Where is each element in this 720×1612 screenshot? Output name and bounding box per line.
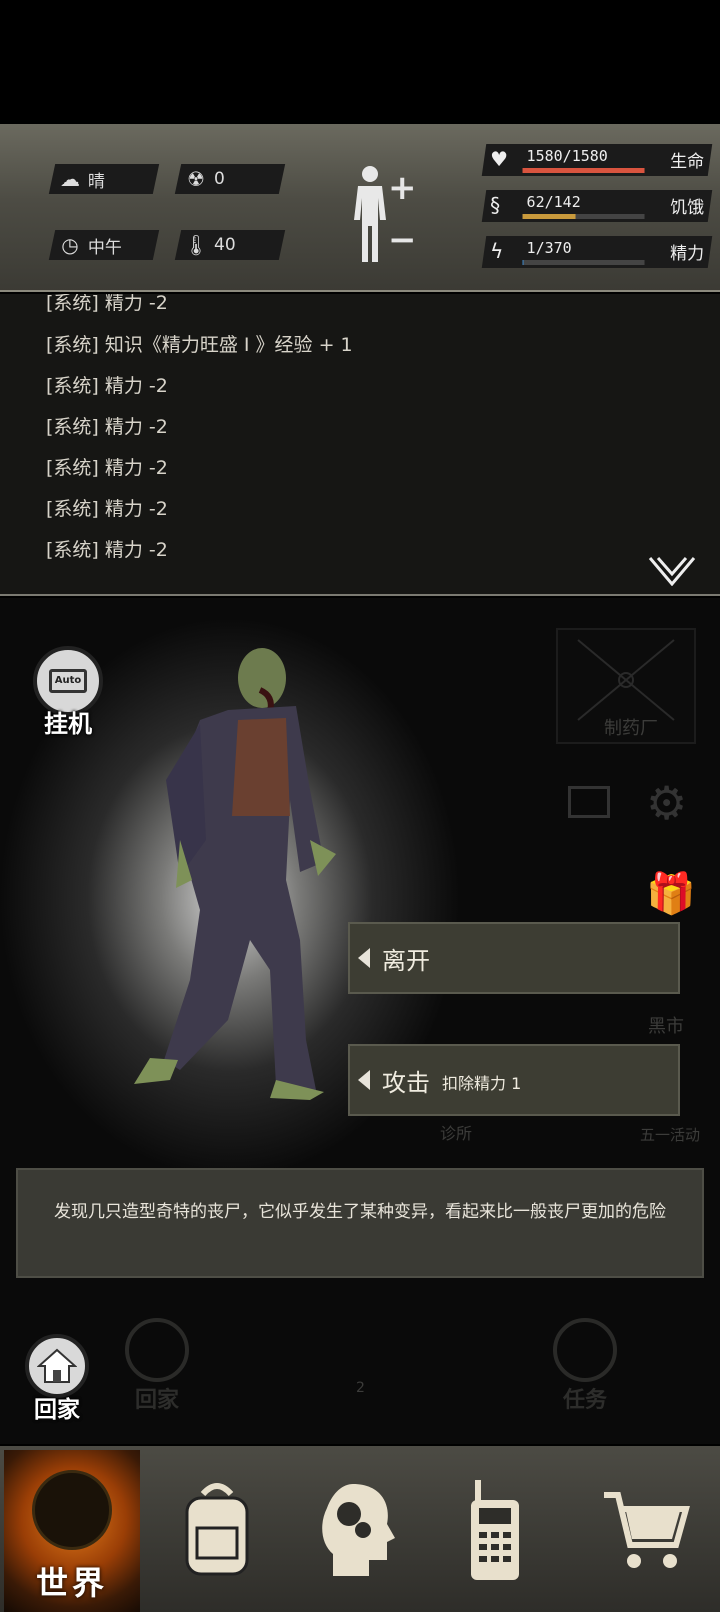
ghost-home-label: 回家 (134, 1388, 179, 1413)
log-line: [系统] 知识《精力旺盛 I 》经验 + 1 (46, 334, 353, 356)
energy-bar (522, 260, 645, 265)
weather-label: 晴 (88, 171, 105, 192)
status-panel: ☁ 晴 ☢ 0 ◷ 中午 🌡 40 + − ♥ 1580/1580 生命 § 6… (0, 124, 720, 292)
weather-chip: ☁ 晴 (48, 164, 160, 194)
time-chip: ◷ 中午 (48, 230, 160, 260)
energy-value: 1/370 (526, 239, 572, 257)
message-log[interactable]: [系统] 精力 -2 [系统] 知识《精力旺盛 I 》经验 + 1 [系统] 精… (0, 294, 720, 596)
gift-icon[interactable]: 🎁 (646, 870, 696, 917)
scroll-down-icon[interactable] (648, 556, 696, 586)
ghost-home-icon (125, 1318, 189, 1382)
black-market-label[interactable]: 黑市 (648, 1012, 684, 1038)
pharmacy-label: 制药厂 (604, 718, 658, 739)
auto-battle-button[interactable]: Auto 挂机 (32, 646, 104, 746)
health-bar (522, 168, 645, 173)
ghost-home-button: 回家 (122, 1318, 192, 1414)
plus-icon[interactable]: + (388, 168, 417, 208)
health-label: 生命 (670, 152, 705, 172)
radio-icon (471, 1480, 519, 1580)
minus-icon[interactable]: − (388, 220, 417, 260)
ghost-task-icon (553, 1318, 617, 1382)
home-button[interactable]: 回家 (22, 1334, 92, 1424)
home-icon (25, 1334, 89, 1398)
thermometer-icon: 🌡 (183, 233, 209, 257)
backpack-icon (185, 1483, 249, 1576)
heart-icon: ♥ (490, 147, 509, 171)
event-description: 发现几只造型奇特的丧尸，它似乎发生了某种变异，看起来比一般丧尸更加的危险 (16, 1168, 704, 1278)
cart-icon (604, 1492, 690, 1568)
radiation-value: 0 (214, 169, 225, 189)
log-line: [系统] 精力 -2 (46, 416, 168, 438)
ghost-task-button: 任务 (550, 1318, 620, 1414)
ghost-counter: 2 (356, 1380, 365, 1396)
gear-icon[interactable]: ⚙ (646, 776, 687, 830)
nav-radio[interactable] (450, 1470, 540, 1590)
energy-stat: ϟ 1/370 精力 (481, 236, 713, 268)
log-line: [系统] 精力 -2 (46, 294, 168, 314)
nav-skills[interactable] (312, 1470, 402, 1590)
event-label[interactable]: 五一活动 (640, 1124, 700, 1145)
auto-screen-text: Auto (49, 669, 87, 693)
nav-world-label: 世界 (35, 1564, 108, 1602)
pharmacy-building[interactable]: 制药厂 (556, 628, 696, 744)
nav-world-tab[interactable]: 世界 (4, 1450, 140, 1612)
hunger-value: 62/142 (526, 193, 581, 211)
brain-energy-icon: ϟ (490, 239, 504, 263)
globe-icon (32, 1470, 112, 1550)
time-label: 中午 (88, 237, 122, 258)
log-line: [系统] 精力 -2 (46, 539, 168, 561)
temperature-value: 40 (214, 235, 236, 255)
attack-label: 攻击 (382, 1068, 430, 1097)
zombie-figure (134, 648, 336, 1100)
radiation-icon: ☢ (187, 167, 205, 191)
mail-icon[interactable] (568, 786, 610, 818)
nav-backpack[interactable] (172, 1470, 262, 1590)
nav-shop[interactable] (600, 1470, 690, 1590)
energy-label: 精力 (670, 244, 705, 264)
body-status-icon[interactable] (350, 164, 390, 264)
auto-battle-label: 挂机 (44, 710, 92, 738)
arrow-left-icon (358, 948, 370, 968)
cloud-sun-icon: ☁ (60, 167, 80, 191)
arrow-left-icon (358, 1070, 370, 1090)
temperature-chip: 🌡 40 (174, 230, 286, 260)
leave-button[interactable]: 离开 (348, 922, 680, 994)
clinic-label[interactable]: 诊所 (440, 1120, 472, 1144)
skills-head-icon (322, 1484, 395, 1576)
ghost-task-label: 任务 (562, 1388, 607, 1413)
health-value: 1580/1580 (526, 147, 608, 165)
home-label: 回家 (34, 1397, 80, 1423)
log-line: [系统] 精力 -2 (46, 375, 168, 397)
health-stat: ♥ 1580/1580 生命 (481, 144, 713, 176)
attack-cost: 扣除精力 1 (442, 1074, 522, 1093)
clock-icon: ◷ (61, 233, 79, 257)
hunger-stat: § 62/142 饥饿 (481, 190, 713, 222)
radiation-chip: ☢ 0 (174, 164, 286, 194)
hunger-bar (522, 214, 645, 219)
attack-button[interactable]: 攻击 扣除精力 1 (348, 1044, 680, 1116)
log-line: [系统] 精力 -2 (46, 498, 168, 520)
hunger-label: 饥饿 (670, 198, 705, 218)
leave-label: 离开 (382, 946, 430, 975)
stomach-icon: § (490, 193, 501, 217)
log-line: [系统] 精力 -2 (46, 457, 168, 479)
